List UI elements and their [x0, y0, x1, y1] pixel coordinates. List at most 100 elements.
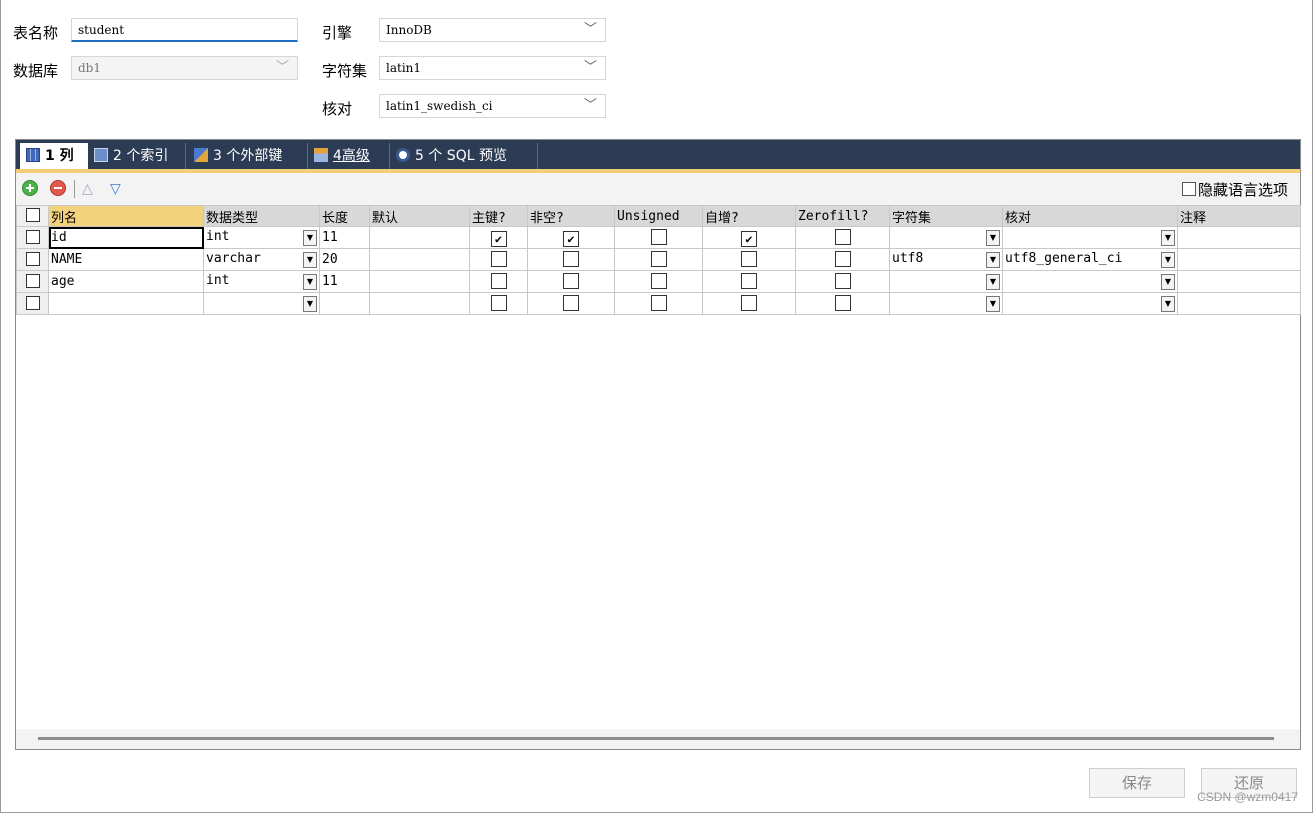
dropdown-arrow-icon[interactable]: ▼	[1161, 274, 1175, 290]
col-header-zerofill[interactable]: Zerofill?	[795, 205, 890, 227]
unsigned-checkbox[interactable]	[614, 226, 703, 249]
table-name-input[interactable]: student	[71, 18, 298, 42]
col-header-not-null[interactable]: 非空?	[527, 205, 615, 227]
type-cell[interactable]: int ▼	[203, 226, 320, 249]
col-header-length[interactable]: 长度	[319, 205, 370, 227]
zerofill-checkbox[interactable]	[795, 226, 890, 249]
tab-indexes[interactable]: 2 个索引	[88, 143, 186, 169]
charset-cell[interactable]: ▼	[889, 292, 1003, 315]
dropdown-arrow-icon[interactable]: ▼	[303, 252, 317, 268]
row-select-checkbox[interactable]	[16, 270, 49, 293]
primary-key-checkbox[interactable]: ✔	[469, 226, 528, 249]
type-cell[interactable]: varchar ▼	[203, 248, 320, 271]
dropdown-arrow-icon[interactable]: ▼	[986, 296, 1000, 312]
default-cell[interactable]	[369, 226, 470, 249]
dropdown-arrow-icon[interactable]: ▼	[303, 296, 317, 312]
dropdown-arrow-icon[interactable]: ▼	[1161, 230, 1175, 246]
unsigned-checkbox[interactable]	[614, 248, 703, 271]
length-cell[interactable]: 20	[319, 248, 370, 271]
dropdown-arrow-icon[interactable]: ▼	[1161, 296, 1175, 312]
checkbox-icon	[834, 229, 851, 245]
charset-cell[interactable]: ▼	[889, 270, 1003, 293]
zerofill-checkbox[interactable]	[795, 270, 890, 293]
collation-cell[interactable]: ▼	[1002, 270, 1178, 293]
table-row[interactable]: ▼ ▼ ▼	[16, 292, 1301, 315]
zerofill-checkbox[interactable]	[795, 248, 890, 271]
comment-cell[interactable]	[1177, 226, 1301, 249]
unsigned-checkbox[interactable]	[614, 292, 703, 315]
table-row[interactable]: age int ▼ 11 ▼ ▼	[16, 270, 1301, 293]
not-null-checkbox[interactable]	[527, 270, 615, 293]
col-header-collation[interactable]: 核对	[1002, 205, 1178, 227]
collation-select[interactable]: latin1_swedish_ci ﹀	[379, 94, 606, 118]
not-null-checkbox[interactable]	[527, 292, 615, 315]
auto-increment-checkbox[interactable]	[702, 292, 796, 315]
dropdown-arrow-icon[interactable]: ▼	[986, 274, 1000, 290]
primary-key-checkbox[interactable]	[469, 248, 528, 271]
charset-select[interactable]: latin1 ﹀	[379, 56, 606, 80]
default-cell[interactable]	[369, 270, 470, 293]
tab-sql-preview[interactable]: 5 个 SQL 预览	[390, 143, 538, 169]
field-name-cell[interactable]: age	[48, 270, 204, 293]
col-header-primary-key[interactable]: 主键?	[469, 205, 528, 227]
auto-increment-checkbox[interactable]: ✔	[702, 226, 796, 249]
not-null-checkbox[interactable]	[527, 248, 615, 271]
unsigned-checkbox[interactable]	[614, 270, 703, 293]
add-field-button[interactable]	[22, 180, 38, 196]
default-cell[interactable]	[369, 248, 470, 271]
col-header-default[interactable]: 默认	[369, 205, 470, 227]
engine-select[interactable]: InnoDB ﹀	[379, 18, 606, 42]
field-name-cell[interactable]	[48, 292, 204, 315]
auto-increment-checkbox[interactable]	[702, 248, 796, 271]
tab-foreign-keys[interactable]: 3 个外部键	[188, 143, 308, 169]
field-name-cell[interactable]: NAME	[48, 248, 204, 271]
charset-value: latin1	[386, 61, 422, 75]
comment-cell[interactable]	[1177, 270, 1301, 293]
length-cell[interactable]	[319, 292, 370, 315]
length-cell[interactable]: 11	[319, 226, 370, 249]
zerofill-checkbox[interactable]	[795, 292, 890, 315]
charset-cell[interactable]: ▼	[889, 226, 1003, 249]
col-header-charset[interactable]: 字符集	[889, 205, 1003, 227]
auto-increment-checkbox[interactable]	[702, 270, 796, 293]
charset-cell[interactable]: utf8 ▼	[889, 248, 1003, 271]
scrollbar-thumb[interactable]	[38, 737, 1274, 740]
collation-cell[interactable]: ▼	[1002, 292, 1178, 315]
row-select-checkbox[interactable]	[16, 248, 49, 271]
row-select-checkbox[interactable]	[16, 226, 49, 249]
dropdown-arrow-icon[interactable]: ▼	[1161, 252, 1175, 268]
length-cell[interactable]: 11	[319, 270, 370, 293]
not-null-checkbox[interactable]: ✔	[527, 226, 615, 249]
primary-key-checkbox[interactable]	[469, 292, 528, 315]
field-name-cell[interactable]: id	[48, 226, 204, 249]
col-header-type[interactable]: 数据类型	[203, 205, 320, 227]
table-row[interactable]: NAME varchar ▼ 20 utf8 ▼ utf8_general_ci ▼	[16, 248, 1301, 271]
hide-language-options-checkbox[interactable]: 隐藏语言选项	[1181, 179, 1288, 200]
col-header-name[interactable]: 列名	[48, 205, 204, 227]
type-cell[interactable]: int ▼	[203, 270, 320, 293]
dropdown-arrow-icon[interactable]: ▼	[303, 274, 317, 290]
horizontal-scrollbar[interactable]	[16, 729, 1300, 749]
col-header-unsigned[interactable]: Unsigned	[614, 205, 703, 227]
delete-field-button[interactable]	[50, 180, 66, 196]
col-header-auto-increment[interactable]: 自增?	[702, 205, 796, 227]
dropdown-arrow-icon[interactable]: ▼	[986, 230, 1000, 246]
default-cell[interactable]	[369, 292, 470, 315]
comment-cell[interactable]	[1177, 248, 1301, 271]
table-row[interactable]: id int ▼ 11 ✔ ✔ ✔ ▼ ▼	[16, 226, 1301, 249]
dropdown-arrow-icon[interactable]: ▼	[303, 230, 317, 246]
type-cell[interactable]: ▼	[203, 292, 320, 315]
move-up-icon[interactable]: △	[82, 181, 93, 197]
collation-cell[interactable]: utf8_general_ci ▼	[1002, 248, 1178, 271]
collation-cell[interactable]: ▼	[1002, 226, 1178, 249]
save-button[interactable]: 保存	[1089, 768, 1185, 798]
tab-advanced[interactable]: 4高级	[308, 143, 390, 169]
primary-key-checkbox[interactable]	[469, 270, 528, 293]
move-down-icon[interactable]: ▽	[110, 181, 121, 197]
select-all-checkbox[interactable]	[16, 205, 49, 227]
col-header-comment[interactable]: 注释	[1177, 205, 1301, 227]
tab-columns[interactable]: 1 列	[20, 143, 88, 169]
comment-cell[interactable]	[1177, 292, 1301, 315]
dropdown-arrow-icon[interactable]: ▼	[986, 252, 1000, 268]
row-select-checkbox[interactable]	[16, 292, 49, 315]
